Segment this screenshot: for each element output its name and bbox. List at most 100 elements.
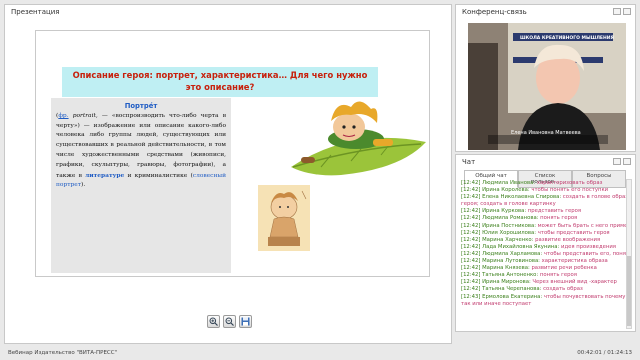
conference-panel: Конференц-связь ШКОЛА КРЕАТИВНОГО МЫШЛЕН… — [455, 4, 636, 152]
message-time: [12:42] — [461, 215, 481, 222]
chat-message: героя; создать в голове картинку — [461, 201, 626, 208]
link-fr[interactable]: фр. — [58, 113, 68, 119]
speaker-name-caption: Елена Ивановна Матвеева — [511, 130, 581, 136]
zoom-in-icon — [209, 317, 218, 326]
chat-message: [12:42] Лада Михайловна Якунина: идея пр… — [461, 244, 626, 251]
message-time: [12:42] — [461, 286, 481, 293]
message-text: чтобы представить его, понять — [543, 250, 626, 257]
link-literature[interactable]: литературе — [85, 172, 124, 179]
slide-heading-line2: это описание? — [185, 82, 255, 92]
maximize-button[interactable] — [623, 8, 631, 15]
message-author: Татьяна Антоненко: — [482, 272, 539, 279]
message-author: Марина Харченко: — [482, 236, 534, 243]
message-time: [12:42] — [461, 187, 481, 194]
message-time: [12:42] — [461, 258, 481, 265]
chat-message: [12:42] Татьяна Антоненко: понять героя — [461, 272, 626, 279]
definition-term: Портре́т — [124, 102, 158, 110]
message-text: понять героя — [540, 215, 578, 222]
conference-title: Конференц-связь — [462, 8, 527, 16]
message-author: Ирина Куркова: — [482, 208, 527, 215]
message-time: [12:42] — [461, 236, 481, 243]
message-text: характеристика образа — [541, 258, 608, 265]
chat-message: [12:42] Ирина Миронова: Через внешний ви… — [461, 279, 626, 286]
message-author: Людмила Иванова: — [482, 180, 536, 186]
slide-heading: Описание героя: портрет, характеристика…… — [62, 67, 378, 97]
message-time: [12:42] — [461, 208, 481, 215]
def-close: ). — [81, 182, 86, 189]
chat-scrollbar-thumb[interactable] — [627, 256, 631, 326]
message-text: характеризовать образ — [536, 180, 603, 186]
zoom-out-icon — [225, 317, 234, 326]
character-on-leaf-illustration — [291, 101, 426, 176]
message-author: Марина Лутовинова: — [482, 258, 540, 265]
zoom-out-button[interactable] — [223, 315, 236, 328]
message-text: идея произведения — [561, 243, 616, 250]
def-word: portrait, — [72, 112, 98, 119]
message-text: может быть брать с него пример — [537, 222, 626, 229]
message-author: Ермолова Екатерина: — [482, 293, 543, 300]
child-sketch-illustration — [258, 185, 310, 251]
message-time: [12:42] — [461, 243, 481, 250]
chat-message: [12:42] Марина Князева: развитие речи ре… — [461, 265, 626, 272]
minimize-button[interactable] — [613, 158, 621, 165]
chat-scrollbar[interactable] — [626, 179, 632, 329]
message-author: Елена Николаевна Спирова: — [482, 194, 562, 201]
message-text: развитие речи ребенка — [531, 265, 597, 272]
slide: Описание героя: портрет, характеристика…… — [35, 30, 430, 277]
chat-message: так или иначе поступает — [461, 301, 626, 308]
maximize-button[interactable] — [623, 158, 631, 165]
def-and: и криминалистике ( — [127, 172, 193, 179]
chat-message: [12:42] Елена Николаевна Спирова: создат… — [461, 194, 626, 201]
message-text: героя; создать в голове картинку — [461, 201, 556, 208]
message-author: Марина Князева: — [482, 265, 530, 272]
message-time: [12:42] — [461, 180, 481, 186]
message-time: [12:42] — [461, 272, 481, 279]
player-footer: Вебинар Издательство "ВИТА-ПРЕСС" 00:42:… — [0, 348, 640, 360]
presentation-panel: Презентация Описание героя: портрет, хар… — [4, 4, 452, 344]
message-text: развитие воображения — [535, 236, 601, 243]
chat-message: [12:42] Татьяна Черепанова: создать обра… — [461, 286, 626, 293]
chat-message: [12:42] Людмила Иванова: характеризовать… — [461, 180, 626, 187]
chat-message: [12:42] Ирина Королева: чтобы понять его… — [461, 187, 626, 194]
floppy-disk-icon — [241, 317, 250, 326]
slide-heading-line1: Описание героя: портрет, характеристика…… — [72, 70, 368, 80]
conference-window-controls — [613, 8, 631, 15]
message-author: Людмила Романова: — [482, 215, 539, 222]
message-text: представить героя — [527, 208, 582, 215]
message-author: Юлия Хорошилова: — [482, 229, 537, 236]
message-time: [12:43] — [461, 293, 481, 300]
chat-title: Чат — [462, 158, 476, 166]
message-text: Через внешний вид -характер — [532, 279, 617, 286]
slide-zoom-toolbar — [207, 315, 252, 328]
message-text: чтобы почувствовать почему герой — [543, 293, 626, 300]
chat-message: [12:42] Юлия Хорошилова: чтобы представи… — [461, 230, 626, 237]
message-text: чтобы представить героя — [537, 229, 610, 236]
chat-message-list: [12:42] Людмила Иванова: характеризовать… — [461, 180, 626, 328]
chat-message: [12:42] Ирина Куркова: представить героя — [461, 208, 626, 215]
message-text: понять героя — [539, 272, 577, 279]
message-time: [12:42] — [461, 222, 481, 229]
chat-message: [12:42] Марина Харченко: развитие вообра… — [461, 237, 626, 244]
message-time: [12:42] — [461, 194, 481, 201]
chat-window-controls — [613, 158, 631, 165]
message-author: Татьяна Черепанова: — [482, 286, 542, 293]
message-text: так или иначе поступает — [461, 300, 532, 307]
message-author: Ирина Королева: — [482, 187, 530, 194]
chat-message: [12:42] Людмила Харламова: чтобы предста… — [461, 251, 626, 258]
webcam-video: ШКОЛА КРЕАТИВНОГО МЫШЛЕНИЯ Елена Ивановн… — [468, 23, 626, 150]
def-text: — «воспроизводить что-либо черта в черту… — [56, 112, 227, 179]
webinar-title: Вебинар Издательство "ВИТА-ПРЕСС" — [8, 350, 118, 356]
message-text: создать образ — [543, 286, 583, 293]
video-banner-text: ШКОЛА КРЕАТИВНОГО МЫШЛЕНИЯ — [520, 36, 615, 41]
message-time: [12:42] — [461, 265, 481, 272]
minimize-button[interactable] — [613, 8, 621, 15]
chat-panel: Чат Общий чат Список пользов... Вопросы … — [455, 154, 636, 332]
zoom-in-button[interactable] — [207, 315, 220, 328]
message-time: [12:42] — [461, 279, 481, 286]
chat-message: [12:42] Марина Лутовинова: характеристик… — [461, 258, 626, 265]
message-time: [12:42] — [461, 229, 481, 236]
save-button[interactable] — [239, 315, 252, 328]
chat-message: [12:42] Людмила Романова: понять героя — [461, 215, 626, 222]
chat-message: [12:43] Ермолова Екатерина: чтобы почувс… — [461, 294, 626, 301]
message-author: Ирина Постникова: — [482, 222, 536, 229]
